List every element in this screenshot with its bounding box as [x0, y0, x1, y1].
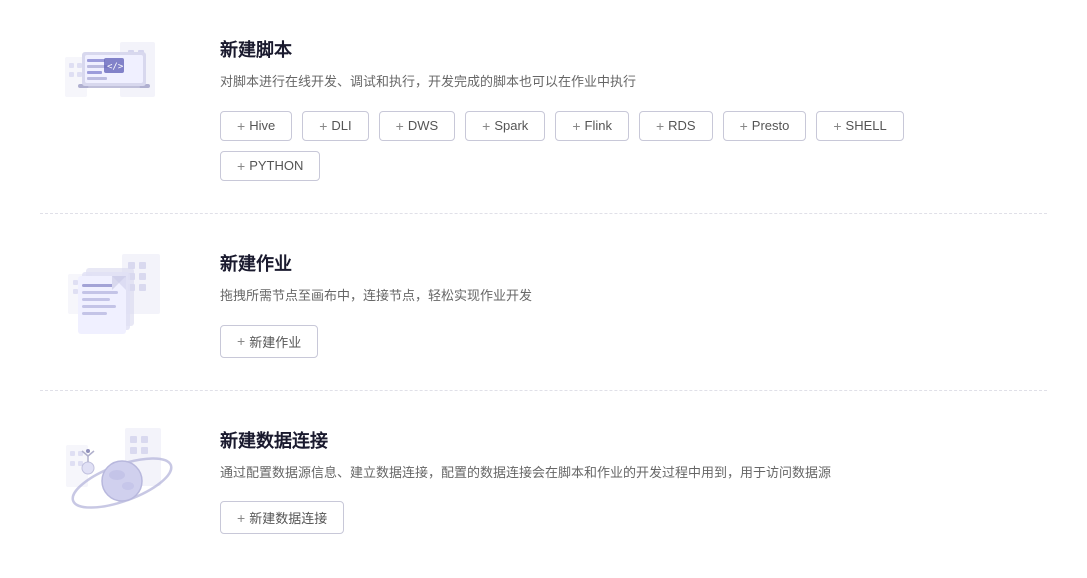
- datasource-desc: 通过配置数据源信息、建立数据连接，配置的数据连接会在脚本和作业的开发过程中用到，…: [220, 463, 1047, 484]
- btn-spark[interactable]: + Spark: [465, 111, 545, 141]
- btn-dli[interactable]: + DLI: [302, 111, 368, 141]
- plus-icon: +: [319, 118, 327, 134]
- script-content: 新建脚本 对脚本进行在线开发、调试和执行，开发完成的脚本也可以在作业中执行 + …: [220, 32, 1047, 181]
- btn-rds[interactable]: + RDS: [639, 111, 713, 141]
- script-button-group-row2: + PYTHON: [220, 151, 1047, 181]
- btn-new-datasource[interactable]: + 新建数据连接: [220, 501, 344, 534]
- btn-shell[interactable]: + SHELL: [816, 111, 903, 141]
- plus-icon: +: [833, 118, 841, 134]
- job-section: 新建作业 拖拽所需节点至画布中，连接节点，轻松实现作业开发 + 新建作业: [40, 214, 1047, 391]
- datasource-content: 新建数据连接 通过配置数据源信息、建立数据连接，配置的数据连接会在脚本和作业的开…: [220, 423, 1047, 535]
- plus-icon: +: [482, 118, 490, 134]
- datasource-section: 新建数据连接 通过配置数据源信息、建立数据连接，配置的数据连接会在脚本和作业的开…: [40, 391, 1047, 567]
- page-container: </> 新建脚本 对脚本进行在线开发、调试和执行，开发完成的脚本也可以在作业中执…: [0, 0, 1087, 566]
- job-title: 新建作业: [220, 250, 1047, 276]
- script-desc: 对脚本进行在线开发、调试和执行，开发完成的脚本也可以在作业中执行: [220, 72, 1047, 93]
- job-content: 新建作业 拖拽所需节点至画布中，连接节点，轻松实现作业开发 + 新建作业: [220, 246, 1047, 358]
- datasource-icon: [40, 423, 200, 523]
- script-title: 新建脚本: [220, 36, 1047, 62]
- script-button-group: + Hive + DLI + DWS + Spark + Flink: [220, 111, 1047, 141]
- datasource-button-group: + 新建数据连接: [220, 501, 1047, 534]
- btn-hive[interactable]: + Hive: [220, 111, 292, 141]
- plus-icon: +: [396, 118, 404, 134]
- datasource-title: 新建数据连接: [220, 427, 1047, 453]
- plus-icon: +: [740, 118, 748, 134]
- job-desc: 拖拽所需节点至画布中，连接节点，轻松实现作业开发: [220, 286, 1047, 307]
- job-icon: [40, 246, 200, 346]
- btn-presto[interactable]: + Presto: [723, 111, 807, 141]
- btn-dws[interactable]: + DWS: [379, 111, 456, 141]
- plus-icon: +: [237, 118, 245, 134]
- btn-new-job[interactable]: + 新建作业: [220, 325, 318, 358]
- plus-icon: +: [237, 333, 245, 349]
- plus-icon: +: [572, 118, 580, 134]
- script-section: </> 新建脚本 对脚本进行在线开发、调试和执行，开发完成的脚本也可以在作业中执…: [40, 0, 1047, 214]
- plus-icon: +: [237, 510, 245, 526]
- plus-icon: +: [237, 158, 245, 174]
- svg-text:</>: </>: [107, 62, 124, 72]
- btn-flink[interactable]: + Flink: [555, 111, 629, 141]
- job-button-group: + 新建作业: [220, 325, 1047, 358]
- script-icon: </>: [40, 32, 200, 122]
- btn-python[interactable]: + PYTHON: [220, 151, 320, 181]
- plus-icon: +: [656, 118, 664, 134]
